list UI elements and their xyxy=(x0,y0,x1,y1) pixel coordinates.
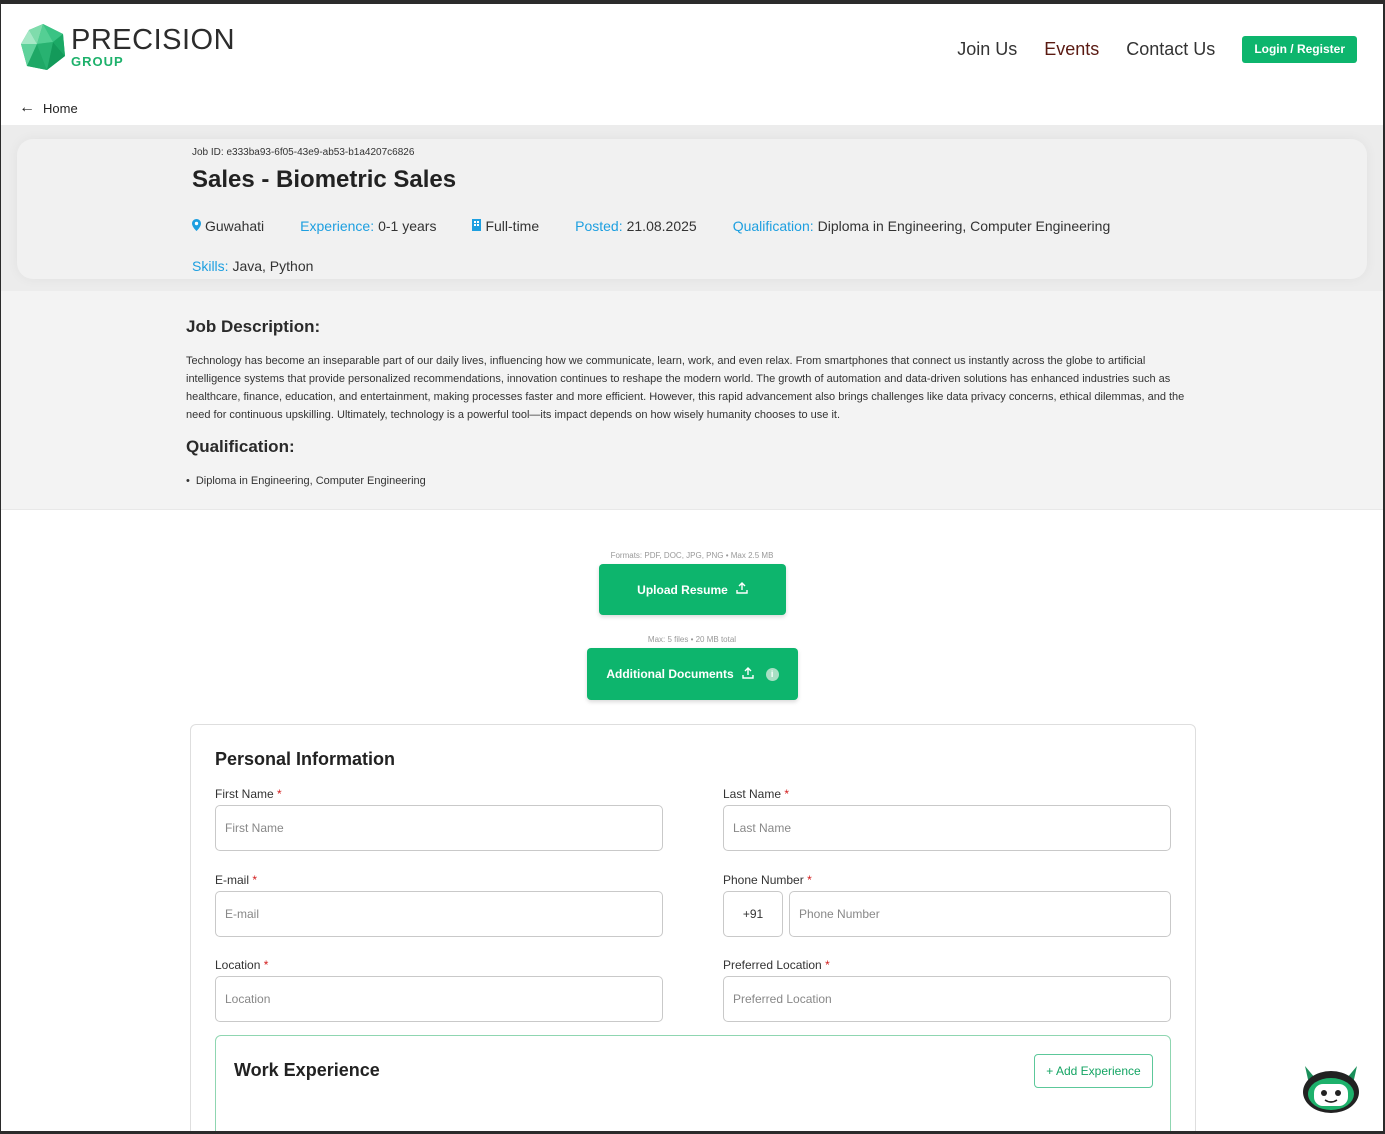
additional-documents-label: Additional Documents xyxy=(606,667,734,681)
job-description-text: Technology has become an inseparable par… xyxy=(186,355,1185,421)
required-mark: * xyxy=(263,958,269,972)
chatbot-robot-icon[interactable] xyxy=(1301,1064,1361,1114)
job-location-value: Guwahati xyxy=(205,218,265,234)
job-id: Job ID: e333ba93-6f05-43e9-ab53-b1a4207c… xyxy=(192,147,415,158)
job-meta-row: Guwahati Experience: 0-1 years Full-time… xyxy=(192,218,1146,234)
location-label: Location * xyxy=(215,958,268,972)
first-name-input[interactable]: First Name xyxy=(215,805,663,851)
nav-events[interactable]: Events xyxy=(1044,39,1099,60)
phone-label: Phone Number * xyxy=(723,873,812,887)
job-qualification: Qualification: Diploma in Engineering, C… xyxy=(733,218,1111,234)
job-type: Full-time xyxy=(472,218,539,234)
logo-gem-icon xyxy=(21,24,65,70)
required-mark: * xyxy=(784,787,790,801)
email-label: E-mail * xyxy=(215,873,257,887)
job-type-value: Full-time xyxy=(485,218,540,234)
qualification-list-item: • Diploma in Engineering, Computer Engine… xyxy=(186,475,426,487)
location-input[interactable]: Location xyxy=(215,976,663,1022)
experience-value: 0-1 years xyxy=(378,218,437,234)
site-header: PRECISION GROUP Join Us Events Contact U… xyxy=(1,4,1383,92)
upload-icon xyxy=(736,582,748,597)
email-input[interactable]: E-mail xyxy=(215,891,663,937)
work-experience-title: Work Experience xyxy=(234,1060,380,1080)
bullet-icon: • xyxy=(186,475,190,487)
personal-info-title: Personal Information xyxy=(215,749,396,769)
page-frame: PRECISION GROUP Join Us Events Contact U… xyxy=(0,0,1385,1134)
phone-label-text: Phone Number xyxy=(723,873,804,887)
brand-wordmark: PRECISION GROUP xyxy=(71,24,236,69)
info-icon[interactable]: i xyxy=(765,667,779,681)
breadcrumb-label: Home xyxy=(43,100,78,116)
upload-resume-label: Upload Resume xyxy=(637,582,728,597)
last-name-label: Last Name * xyxy=(723,787,789,801)
login-register-button[interactable]: Login / Register xyxy=(1242,36,1357,63)
job-skills: Skills: Java, Python xyxy=(192,258,313,274)
arrow-left-icon: ← xyxy=(19,99,35,116)
nav-contact-us[interactable]: Contact Us xyxy=(1126,39,1215,60)
brand-logo[interactable]: PRECISION GROUP xyxy=(19,22,235,72)
qualification-value: Diploma in Engineering, Computer Enginee… xyxy=(817,218,1111,234)
map-pin-icon xyxy=(192,218,201,234)
brand-name: PRECISION xyxy=(71,24,236,56)
phone-input[interactable]: Phone Number xyxy=(789,891,1171,937)
first-name-label: First Name * xyxy=(215,787,282,801)
documents-limit-note: Max: 5 files • 20 MB total xyxy=(647,635,737,644)
main-nav: Join Us Events Contact Us Login / Regist… xyxy=(957,36,1357,63)
last-name-label-text: Last Name xyxy=(723,787,782,801)
qualification-label: Qualification: xyxy=(732,218,814,234)
required-mark: * xyxy=(252,873,258,887)
required-mark: * xyxy=(277,787,282,801)
experience-label: Experience: xyxy=(300,218,375,234)
additional-documents-button[interactable]: Additional Documents i xyxy=(587,648,798,700)
work-experience-card xyxy=(215,1035,1171,1131)
qualification-heading: Qualification: xyxy=(186,437,295,456)
required-mark: * xyxy=(807,873,812,887)
first-name-label-text: First Name xyxy=(215,787,274,801)
job-location: Guwahati xyxy=(192,218,264,234)
qualification-item-text: Diploma in Engineering, Computer Enginee… xyxy=(195,475,426,487)
preferred-location-label-text: Preferred Location xyxy=(723,958,822,972)
preferred-location-input[interactable]: Preferred Location xyxy=(723,976,1171,1022)
nav-join-us[interactable]: Join Us xyxy=(957,39,1017,60)
last-name-input[interactable]: Last Name xyxy=(723,805,1171,851)
building-icon xyxy=(472,218,482,234)
brand-sub: GROUP xyxy=(71,54,124,69)
location-label-text: Location xyxy=(215,958,261,972)
email-label-text: E-mail xyxy=(215,873,250,887)
posted-label: Posted: xyxy=(575,218,623,234)
posted-value: 21.08.2025 xyxy=(626,218,697,234)
preferred-location-label: Preferred Location * xyxy=(723,958,830,972)
country-code-select[interactable]: +91 xyxy=(723,891,783,937)
job-title: Sales - Biometric Sales xyxy=(192,166,457,193)
job-experience: Experience: 0-1 years xyxy=(300,218,436,234)
skills-value: Java, Python xyxy=(232,258,314,274)
upload-icon xyxy=(741,666,754,682)
add-experience-button[interactable]: + Add Experience xyxy=(1034,1054,1153,1088)
resume-format-note: Formats: PDF, DOC, JPG, PNG • Max 2.5 MB xyxy=(610,551,774,560)
skills-label: Skills: xyxy=(192,258,229,274)
upload-resume-button[interactable]: Upload Resume xyxy=(599,564,786,615)
job-posted: Posted: 21.08.2025 xyxy=(575,218,697,234)
required-mark: * xyxy=(825,958,830,972)
breadcrumb-home[interactable]: ← Home xyxy=(19,100,78,116)
job-description-heading: Job Description: xyxy=(186,317,321,336)
